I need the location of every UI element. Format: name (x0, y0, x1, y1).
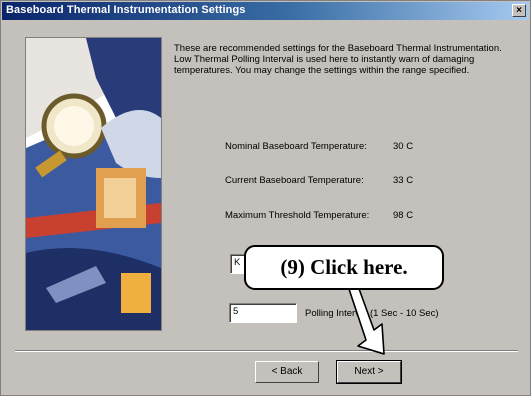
footer-separator (15, 350, 518, 352)
callout-arrow-icon (347, 285, 385, 355)
current-temp-label: Current Baseboard Temperature: (225, 175, 364, 186)
close-button[interactable]: × (512, 4, 526, 17)
window-title: Baseboard Thermal Instrumentation Settin… (6, 4, 246, 16)
instruction-callout: (9) Click here. (244, 245, 444, 290)
dialog-window: Baseboard Thermal Instrumentation Settin… (0, 0, 531, 396)
nominal-temp-label: Nominal Baseboard Temperature: (225, 141, 367, 152)
close-icon: × (516, 5, 522, 16)
title-bar[interactable]: Baseboard Thermal Instrumentation Settin… (2, 2, 529, 20)
max-threshold-value: 98 C (393, 210, 414, 221)
max-threshold-label: Maximum Threshold Temperature: (225, 210, 370, 221)
next-button[interactable]: Next > (336, 360, 402, 384)
polling-interval-input[interactable]: 5 (229, 303, 297, 323)
back-button[interactable]: < Back (255, 361, 319, 383)
wizard-illustration (25, 37, 162, 331)
current-temp-value: 33 C (393, 175, 414, 186)
nominal-temp-value: 30 C (393, 141, 414, 152)
description-text: These are recommended settings for the B… (174, 43, 502, 76)
